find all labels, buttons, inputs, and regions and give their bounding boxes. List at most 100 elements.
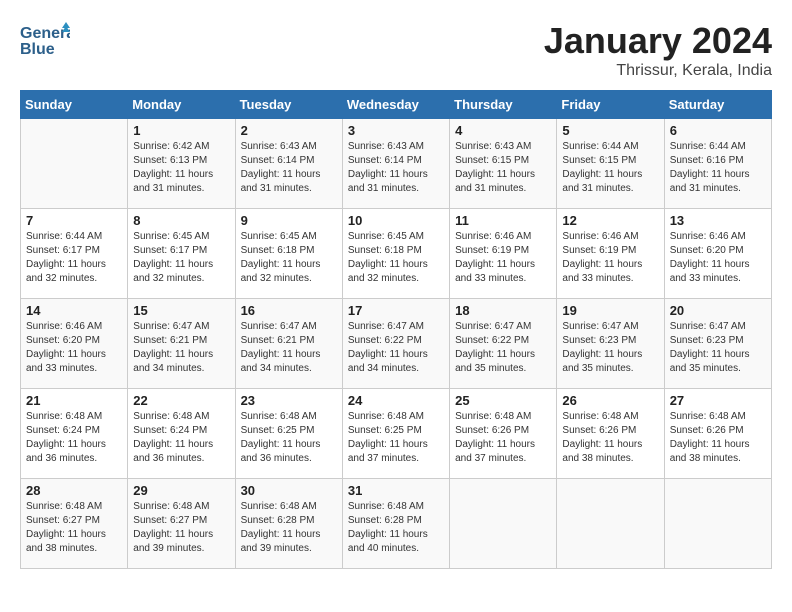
day-number: 13: [670, 213, 766, 228]
day-info: Sunrise: 6:48 AM Sunset: 6:28 PM Dayligh…: [241, 500, 337, 556]
title-block: January 2024 Thrissur, Kerala, India: [544, 20, 772, 80]
calendar-cell: 23 Sunrise: 6:48 AM Sunset: 6:25 PM Dayli…: [235, 389, 342, 479]
day-info: Sunrise: 6:48 AM Sunset: 6:26 PM Dayligh…: [670, 410, 766, 466]
day-info: Sunrise: 6:48 AM Sunset: 6:26 PM Dayligh…: [455, 410, 551, 466]
day-number: 20: [670, 303, 766, 318]
calendar-cell: 6 Sunrise: 6:44 AM Sunset: 6:16 PM Daylig…: [664, 119, 771, 209]
header-row: SundayMondayTuesdayWednesdayThursdayFrid…: [21, 91, 772, 119]
day-info: Sunrise: 6:45 AM Sunset: 6:17 PM Dayligh…: [133, 230, 229, 286]
day-info: Sunrise: 6:48 AM Sunset: 6:25 PM Dayligh…: [241, 410, 337, 466]
day-info: Sunrise: 6:47 AM Sunset: 6:22 PM Dayligh…: [348, 320, 444, 376]
day-number: 31: [348, 483, 444, 498]
day-info: Sunrise: 6:48 AM Sunset: 6:24 PM Dayligh…: [26, 410, 122, 466]
calendar-cell: 12Sunrise: 6:46 AM Sunset: 6:19 PM Dayli…: [557, 209, 664, 299]
logo-icon: General Blue: [20, 20, 70, 60]
calendar-table: SundayMondayTuesdayWednesdayThursdayFrid…: [20, 90, 772, 569]
calendar-cell: 1Sunrise: 6:42 AM Sunset: 6:13 PM Daylig…: [128, 119, 235, 209]
month-year: January 2024: [544, 20, 772, 62]
calendar-cell: 8 Sunrise: 6:45 AM Sunset: 6:17 PM Daylig…: [128, 209, 235, 299]
day-number: 17: [348, 303, 444, 318]
day-info: Sunrise: 6:46 AM Sunset: 6:19 PM Dayligh…: [455, 230, 551, 286]
calendar-cell: [21, 119, 128, 209]
calendar-cell: 31 Sunrise: 6:48 AM Sunset: 6:28 PM Dayli…: [342, 479, 449, 569]
day-info: Sunrise: 6:47 AM Sunset: 6:21 PM Dayligh…: [133, 320, 229, 376]
day-number: 5: [562, 123, 658, 138]
day-number: 29: [133, 483, 229, 498]
day-number: 26: [562, 393, 658, 408]
calendar-cell: 11 Sunrise: 6:46 AM Sunset: 6:19 PM Dayli…: [450, 209, 557, 299]
day-number: 9: [241, 213, 337, 228]
calendar-cell: 25 Sunrise: 6:48 AM Sunset: 6:26 PM Dayli…: [450, 389, 557, 479]
calendar-cell: 15 Sunrise: 6:47 AM Sunset: 6:21 PM Dayli…: [128, 299, 235, 389]
location: Thrissur, Kerala, India: [544, 62, 772, 80]
week-row-4: 21 Sunrise: 6:48 AM Sunset: 6:24 PM Dayli…: [21, 389, 772, 479]
week-row-1: 1Sunrise: 6:42 AM Sunset: 6:13 PM Daylig…: [21, 119, 772, 209]
day-number: 22: [133, 393, 229, 408]
column-header-tuesday: Tuesday: [235, 91, 342, 119]
calendar-cell: 19Sunrise: 6:47 AM Sunset: 6:23 PM Dayli…: [557, 299, 664, 389]
calendar-cell: 7Sunrise: 6:44 AM Sunset: 6:17 PM Daylig…: [21, 209, 128, 299]
calendar-cell: 17 Sunrise: 6:47 AM Sunset: 6:22 PM Dayli…: [342, 299, 449, 389]
calendar-cell: 5 Sunrise: 6:44 AM Sunset: 6:15 PM Daylig…: [557, 119, 664, 209]
day-number: 1: [133, 123, 229, 138]
day-number: 21: [26, 393, 122, 408]
day-number: 12: [562, 213, 658, 228]
day-info: Sunrise: 6:47 AM Sunset: 6:23 PM Dayligh…: [562, 320, 658, 376]
calendar-cell: [664, 479, 771, 569]
calendar-cell: 13 Sunrise: 6:46 AM Sunset: 6:20 PM Dayli…: [664, 209, 771, 299]
day-info: Sunrise: 6:45 AM Sunset: 6:18 PM Dayligh…: [348, 230, 444, 286]
day-number: 6: [670, 123, 766, 138]
calendar-cell: [557, 479, 664, 569]
day-number: 10: [348, 213, 444, 228]
day-info: Sunrise: 6:46 AM Sunset: 6:20 PM Dayligh…: [670, 230, 766, 286]
week-row-2: 7Sunrise: 6:44 AM Sunset: 6:17 PM Daylig…: [21, 209, 772, 299]
calendar-cell: 4 Sunrise: 6:43 AM Sunset: 6:15 PM Daylig…: [450, 119, 557, 209]
day-info: Sunrise: 6:44 AM Sunset: 6:16 PM Dayligh…: [670, 140, 766, 196]
column-header-saturday: Saturday: [664, 91, 771, 119]
calendar-cell: 9 Sunrise: 6:45 AM Sunset: 6:18 PM Daylig…: [235, 209, 342, 299]
day-number: 3: [348, 123, 444, 138]
calendar-cell: 14 Sunrise: 6:46 AM Sunset: 6:20 PM Dayli…: [21, 299, 128, 389]
calendar-cell: 10 Sunrise: 6:45 AM Sunset: 6:18 PM Dayli…: [342, 209, 449, 299]
day-number: 15: [133, 303, 229, 318]
day-info: Sunrise: 6:45 AM Sunset: 6:18 PM Dayligh…: [241, 230, 337, 286]
page-header: General Blue January 2024 Thrissur, Kera…: [20, 20, 772, 80]
day-number: 14: [26, 303, 122, 318]
day-number: 11: [455, 213, 551, 228]
day-info: Sunrise: 6:48 AM Sunset: 6:27 PM Dayligh…: [26, 500, 122, 556]
day-info: Sunrise: 6:46 AM Sunset: 6:20 PM Dayligh…: [26, 320, 122, 376]
calendar-cell: 30 Sunrise: 6:48 AM Sunset: 6:28 PM Dayli…: [235, 479, 342, 569]
day-number: 8: [133, 213, 229, 228]
day-info: Sunrise: 6:43 AM Sunset: 6:14 PM Dayligh…: [348, 140, 444, 196]
calendar-cell: 2Sunrise: 6:43 AM Sunset: 6:14 PM Daylig…: [235, 119, 342, 209]
day-number: 27: [670, 393, 766, 408]
day-number: 23: [241, 393, 337, 408]
day-number: 2: [241, 123, 337, 138]
calendar-cell: 29 Sunrise: 6:48 AM Sunset: 6:27 PM Dayli…: [128, 479, 235, 569]
calendar-cell: 28Sunrise: 6:48 AM Sunset: 6:27 PM Dayli…: [21, 479, 128, 569]
calendar-cell: 27 Sunrise: 6:48 AM Sunset: 6:26 PM Dayli…: [664, 389, 771, 479]
calendar-cell: 16Sunrise: 6:47 AM Sunset: 6:21 PM Dayli…: [235, 299, 342, 389]
calendar-body: 1Sunrise: 6:42 AM Sunset: 6:13 PM Daylig…: [21, 119, 772, 569]
calendar-cell: 24Sunrise: 6:48 AM Sunset: 6:25 PM Dayli…: [342, 389, 449, 479]
day-info: Sunrise: 6:47 AM Sunset: 6:22 PM Dayligh…: [455, 320, 551, 376]
week-row-5: 28Sunrise: 6:48 AM Sunset: 6:27 PM Dayli…: [21, 479, 772, 569]
calendar-cell: 18Sunrise: 6:47 AM Sunset: 6:22 PM Dayli…: [450, 299, 557, 389]
day-info: Sunrise: 6:48 AM Sunset: 6:27 PM Dayligh…: [133, 500, 229, 556]
day-info: Sunrise: 6:47 AM Sunset: 6:23 PM Dayligh…: [670, 320, 766, 376]
calendar-cell: 20 Sunrise: 6:47 AM Sunset: 6:23 PM Dayli…: [664, 299, 771, 389]
day-info: Sunrise: 6:44 AM Sunset: 6:15 PM Dayligh…: [562, 140, 658, 196]
day-info: Sunrise: 6:43 AM Sunset: 6:15 PM Dayligh…: [455, 140, 551, 196]
column-header-thursday: Thursday: [450, 91, 557, 119]
logo: General Blue: [20, 20, 70, 60]
day-info: Sunrise: 6:47 AM Sunset: 6:21 PM Dayligh…: [241, 320, 337, 376]
calendar-header: SundayMondayTuesdayWednesdayThursdayFrid…: [21, 91, 772, 119]
day-number: 30: [241, 483, 337, 498]
calendar-cell: 3 Sunrise: 6:43 AM Sunset: 6:14 PM Daylig…: [342, 119, 449, 209]
day-number: 4: [455, 123, 551, 138]
day-info: Sunrise: 6:48 AM Sunset: 6:26 PM Dayligh…: [562, 410, 658, 466]
day-info: Sunrise: 6:48 AM Sunset: 6:28 PM Dayligh…: [348, 500, 444, 556]
day-number: 25: [455, 393, 551, 408]
day-number: 24: [348, 393, 444, 408]
calendar-cell: 21 Sunrise: 6:48 AM Sunset: 6:24 PM Dayli…: [21, 389, 128, 479]
